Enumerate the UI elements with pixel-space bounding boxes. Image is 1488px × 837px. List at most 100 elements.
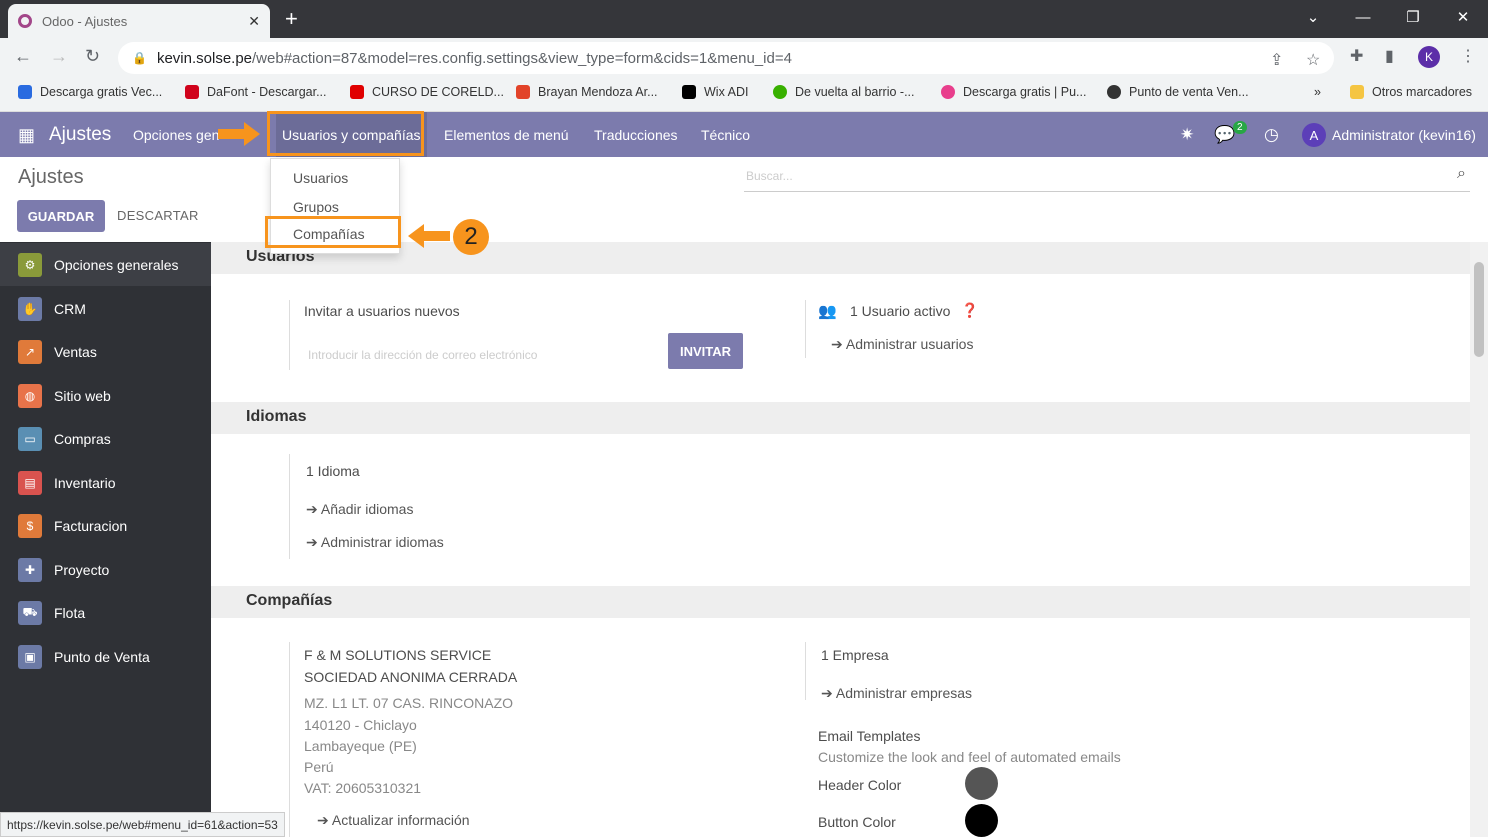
bookmark-item[interactable]: Descarga gratis Vec... bbox=[18, 85, 162, 99]
bookmark-icon bbox=[516, 85, 530, 99]
help-icon[interactable]: ❓ bbox=[961, 302, 978, 319]
manage-users-link[interactable]: ➔ Administrar usuarios bbox=[831, 336, 973, 353]
apps-menu-icon[interactable]: ▦ bbox=[18, 125, 35, 146]
restore-icon[interactable]: ❐ bbox=[1388, 0, 1438, 34]
bookmark-item[interactable]: De vuelta al barrio -... bbox=[773, 85, 915, 99]
menu-tecnico[interactable]: Técnico bbox=[701, 127, 750, 143]
star-icon[interactable]: ☆ bbox=[1306, 50, 1320, 70]
forward-icon[interactable]: → bbox=[50, 46, 68, 67]
manage-languages-link[interactable]: ➔ Administrar idiomas bbox=[306, 534, 444, 551]
sidebar-item-sitio-web[interactable]: ◍ Sitio web bbox=[0, 374, 211, 417]
sidebar-item-proyecto[interactable]: ✚ Proyecto bbox=[0, 548, 211, 591]
bookmark-icon bbox=[773, 85, 787, 99]
settings-content: Usuarios Invitar a usuarios nuevos Intro… bbox=[211, 242, 1470, 837]
arrow-left-icon bbox=[408, 224, 450, 248]
more-bookmarks-button[interactable]: » bbox=[1314, 85, 1321, 99]
menu-elementos-menu[interactable]: Elementos de menú bbox=[444, 127, 569, 143]
back-icon[interactable]: ← bbox=[14, 46, 32, 67]
scroll-thumb[interactable] bbox=[1474, 262, 1484, 357]
bookmark-icon bbox=[18, 85, 32, 99]
sidebar-item-facturacion[interactable]: $ Facturacion bbox=[0, 504, 211, 547]
company-address-line2: 140120 - Chiclayo bbox=[304, 717, 417, 733]
email-templates-desc: Customize the look and feel of automated… bbox=[818, 749, 1121, 765]
minimize-icon[interactable]: — bbox=[1338, 0, 1388, 34]
invite-email-input[interactable]: Introducir la dirección de correo electr… bbox=[308, 348, 537, 362]
highlight-box-companias bbox=[265, 216, 401, 248]
bookmark-icon bbox=[941, 85, 955, 99]
users-group-icon: 👥 bbox=[818, 303, 837, 320]
tab-title: Odoo - Ajustes bbox=[42, 13, 128, 29]
bookmark-item[interactable]: DaFont - Descargar... bbox=[185, 85, 327, 99]
button-color-label: Button Color bbox=[818, 814, 896, 830]
sidebar-item-compras[interactable]: ▭ Compras bbox=[0, 417, 211, 460]
close-window-icon[interactable]: ✕ bbox=[1438, 0, 1488, 34]
menu-opciones-generales[interactable]: Opciones gen bbox=[133, 127, 219, 143]
bookmark-item[interactable]: Brayan Mendoza Ar... bbox=[516, 85, 658, 99]
breadcrumb: Ajustes bbox=[18, 166, 84, 188]
sidebar-item-opciones-generales[interactable]: ⚙ Opciones generales bbox=[0, 243, 211, 286]
globe-icon: ◍ bbox=[18, 383, 42, 408]
button-color-swatch[interactable] bbox=[965, 804, 998, 837]
active-users-count: 1 Usuario activo bbox=[850, 303, 951, 319]
manage-companies-link[interactable]: ➔ Administrar empresas bbox=[821, 685, 972, 702]
tab-search-icon[interactable]: ⌄ bbox=[1288, 0, 1338, 34]
chat-icon[interactable]: 💬 bbox=[1214, 125, 1235, 145]
other-bookmarks[interactable]: Otros marcadores bbox=[1350, 85, 1472, 99]
address-bar[interactable]: 🔒 kevin.solse.pe/web#action=87&model=res… bbox=[118, 42, 1334, 74]
email-templates-title: Email Templates bbox=[818, 728, 921, 744]
bug-icon[interactable]: ✷ bbox=[1180, 125, 1194, 145]
reload-icon[interactable]: ↻ bbox=[85, 46, 100, 67]
sidebar-item-inventario[interactable]: ▤ Inventario bbox=[0, 461, 211, 504]
bookmark-item[interactable]: CURSO DE CORELD... bbox=[350, 85, 504, 99]
update-info-link[interactable]: ➔ Actualizar información bbox=[317, 812, 470, 829]
close-tab-icon[interactable]: ✕ bbox=[248, 13, 260, 30]
sidebar-item-flota[interactable]: ⛟ Flota bbox=[0, 591, 211, 634]
user-menu[interactable]: Administrator (kevin16) bbox=[1332, 127, 1476, 143]
sidebar-item-punto-de-venta[interactable]: ▣ Punto de Venta bbox=[0, 635, 211, 678]
dropdown-item-grupos[interactable]: Grupos bbox=[293, 199, 339, 215]
bookmark-item[interactable]: Punto de venta Ven... bbox=[1107, 85, 1249, 99]
url-host: kevin.solse.pe bbox=[156, 49, 253, 67]
folder-icon bbox=[1350, 85, 1364, 99]
bookmark-item[interactable]: Descarga gratis | Pu... bbox=[941, 85, 1086, 99]
section-title-companias: Compañías bbox=[211, 586, 1470, 618]
menu-traducciones[interactable]: Traducciones bbox=[594, 127, 678, 143]
company-vat: VAT: 20605310321 bbox=[304, 780, 422, 796]
app-brand[interactable]: Ajustes bbox=[49, 124, 111, 146]
gear-icon: ⚙ bbox=[18, 252, 42, 277]
user-avatar[interactable]: A bbox=[1302, 123, 1326, 147]
invite-button[interactable]: INVITAR bbox=[668, 333, 743, 369]
sidebar-item-crm[interactable]: ✋ CRM bbox=[0, 287, 211, 330]
header-color-swatch[interactable] bbox=[965, 767, 998, 800]
bookmark-item[interactable]: Wix ADI bbox=[682, 85, 748, 99]
side-panel-icon[interactable]: ▮ bbox=[1385, 46, 1394, 66]
extensions-icon[interactable]: ✚ bbox=[1350, 46, 1363, 66]
company-name-line2: SOCIEDAD ANONIMA CERRADA bbox=[304, 669, 518, 685]
step-number-badge: 2 bbox=[453, 219, 489, 255]
main-scrollbar[interactable] bbox=[1470, 242, 1488, 837]
bookmark-icon bbox=[682, 85, 696, 99]
bookmark-icon bbox=[185, 85, 199, 99]
search-input[interactable]: Buscar... ⌕ bbox=[744, 162, 1470, 192]
browser-tab[interactable]: Odoo - Ajustes ✕ bbox=[8, 4, 270, 38]
sidebar-item-ventas[interactable]: ↗ Ventas bbox=[0, 330, 211, 373]
save-button[interactable]: GUARDAR bbox=[17, 200, 105, 232]
add-languages-link[interactable]: ➔ Añadir idiomas bbox=[306, 501, 413, 518]
company-name-line1: F & M SOLUTIONS SERVICE bbox=[304, 647, 492, 663]
highlight-box-menu bbox=[267, 111, 424, 156]
bookmark-icon bbox=[350, 85, 364, 99]
chart-icon: ↗ bbox=[18, 339, 42, 364]
profile-avatar[interactable]: K bbox=[1418, 46, 1440, 68]
invite-label: Invitar a usuarios nuevos bbox=[304, 303, 460, 319]
search-icon[interactable]: ⌕ bbox=[1457, 165, 1466, 183]
discard-button[interactable]: DESCARTAR bbox=[117, 208, 199, 223]
activity-clock-icon[interactable]: ◷ bbox=[1264, 125, 1279, 145]
settings-sidebar: ⚙ Opciones generales ✋ CRM ↗ Ventas ◍ Sitio … bbox=[0, 242, 211, 837]
menu-icon[interactable]: ⋮ bbox=[1460, 46, 1476, 66]
dropdown-item-usuarios[interactable]: Usuarios bbox=[293, 170, 348, 186]
share-icon[interactable]: ⇪ bbox=[1270, 50, 1283, 70]
divider bbox=[289, 642, 290, 837]
divider bbox=[805, 642, 806, 700]
new-tab-icon[interactable]: + bbox=[285, 6, 298, 32]
odoo-favicon-icon bbox=[18, 14, 32, 28]
